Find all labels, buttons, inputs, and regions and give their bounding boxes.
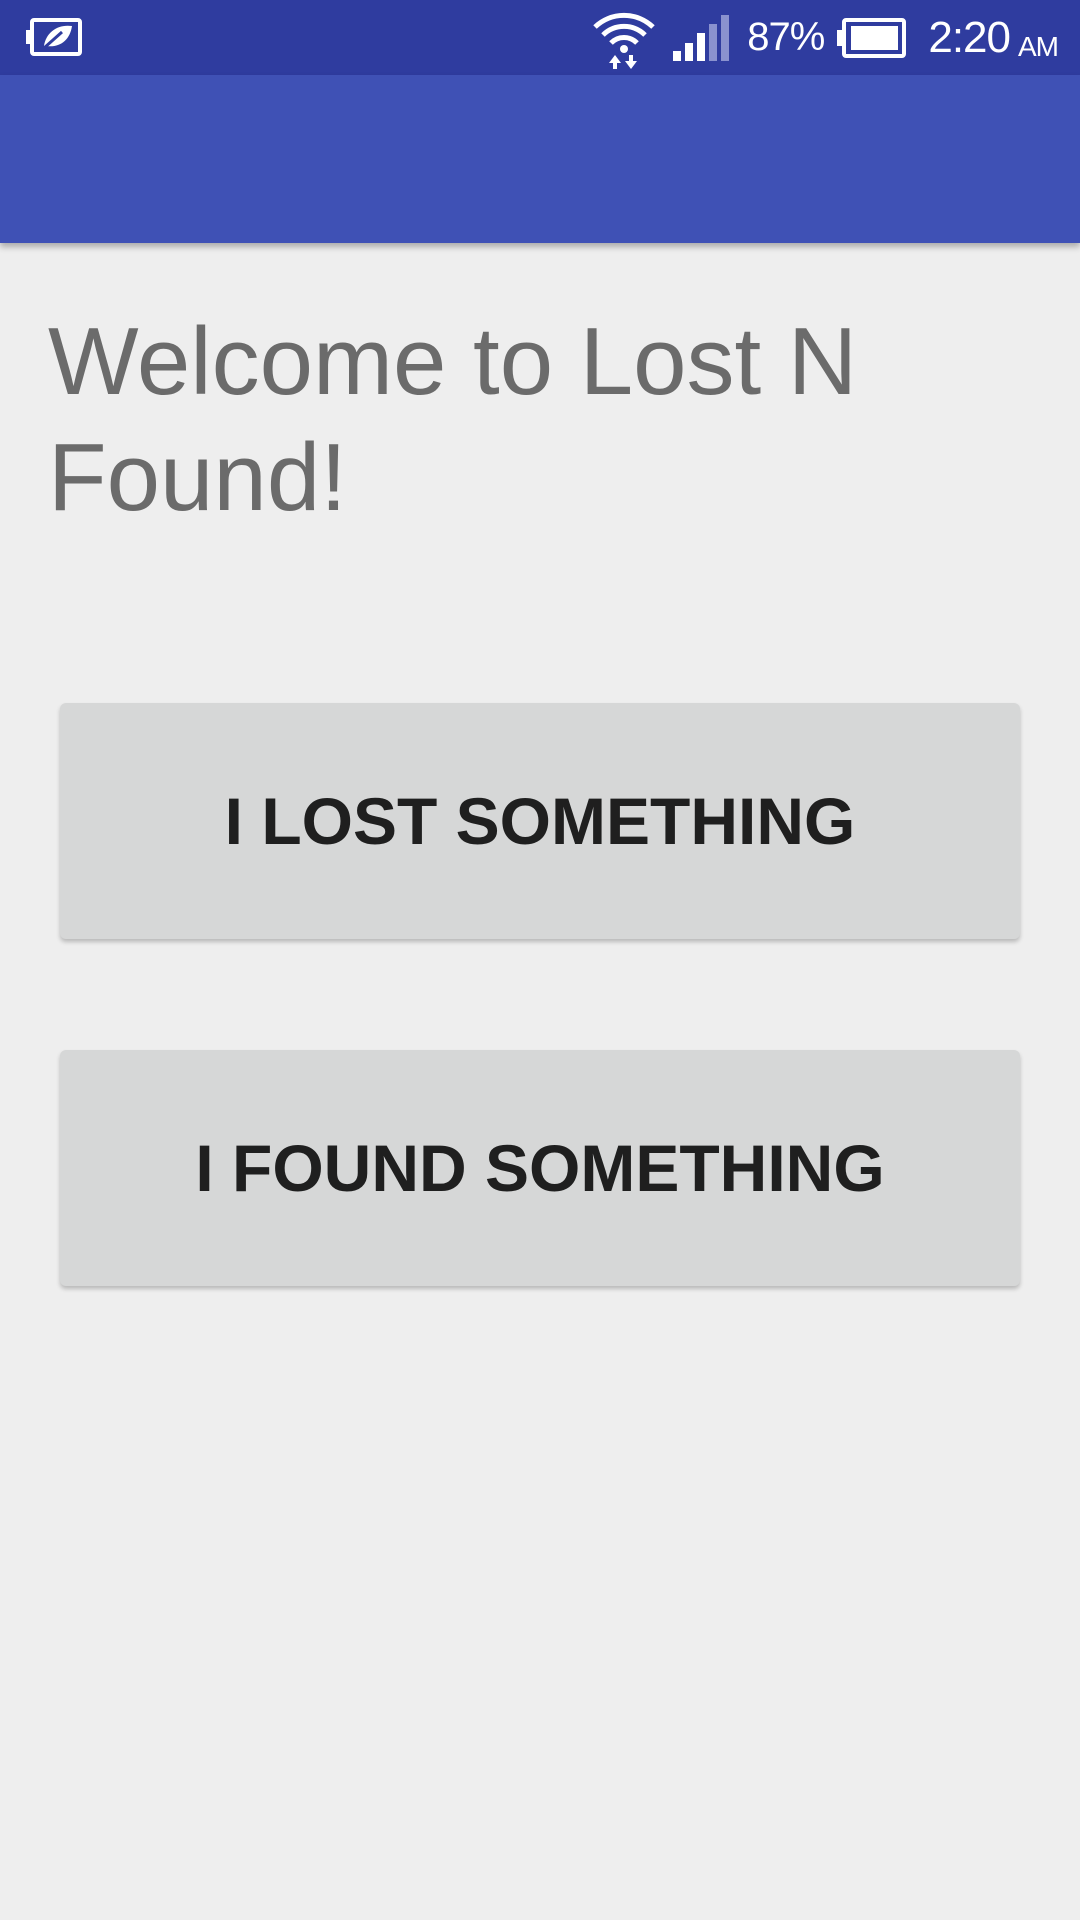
found-something-button[interactable]: I FOUND SOMETHING: [60, 1050, 1020, 1286]
app-bar: [0, 75, 1080, 243]
lost-something-button[interactable]: I LOST SOMETHING: [60, 703, 1020, 939]
status-bar: 87% 2:20 AM: [0, 0, 1080, 75]
welcome-heading: Welcome to Lost N Found!: [48, 308, 858, 531]
battery-icon: [837, 17, 907, 58]
status-right: 87% 2:20 AM: [591, 0, 1059, 75]
cell-signal-icon: [673, 14, 730, 61]
clock: 2:20 AM: [928, 12, 1059, 63]
battery-saver-icon: [26, 18, 82, 56]
clock-time: 2:20: [928, 12, 1011, 62]
wifi-data-icon: [593, 12, 656, 69]
clock-ampm: AM: [1018, 30, 1059, 62]
battery-percent: 87%: [747, 15, 825, 59]
